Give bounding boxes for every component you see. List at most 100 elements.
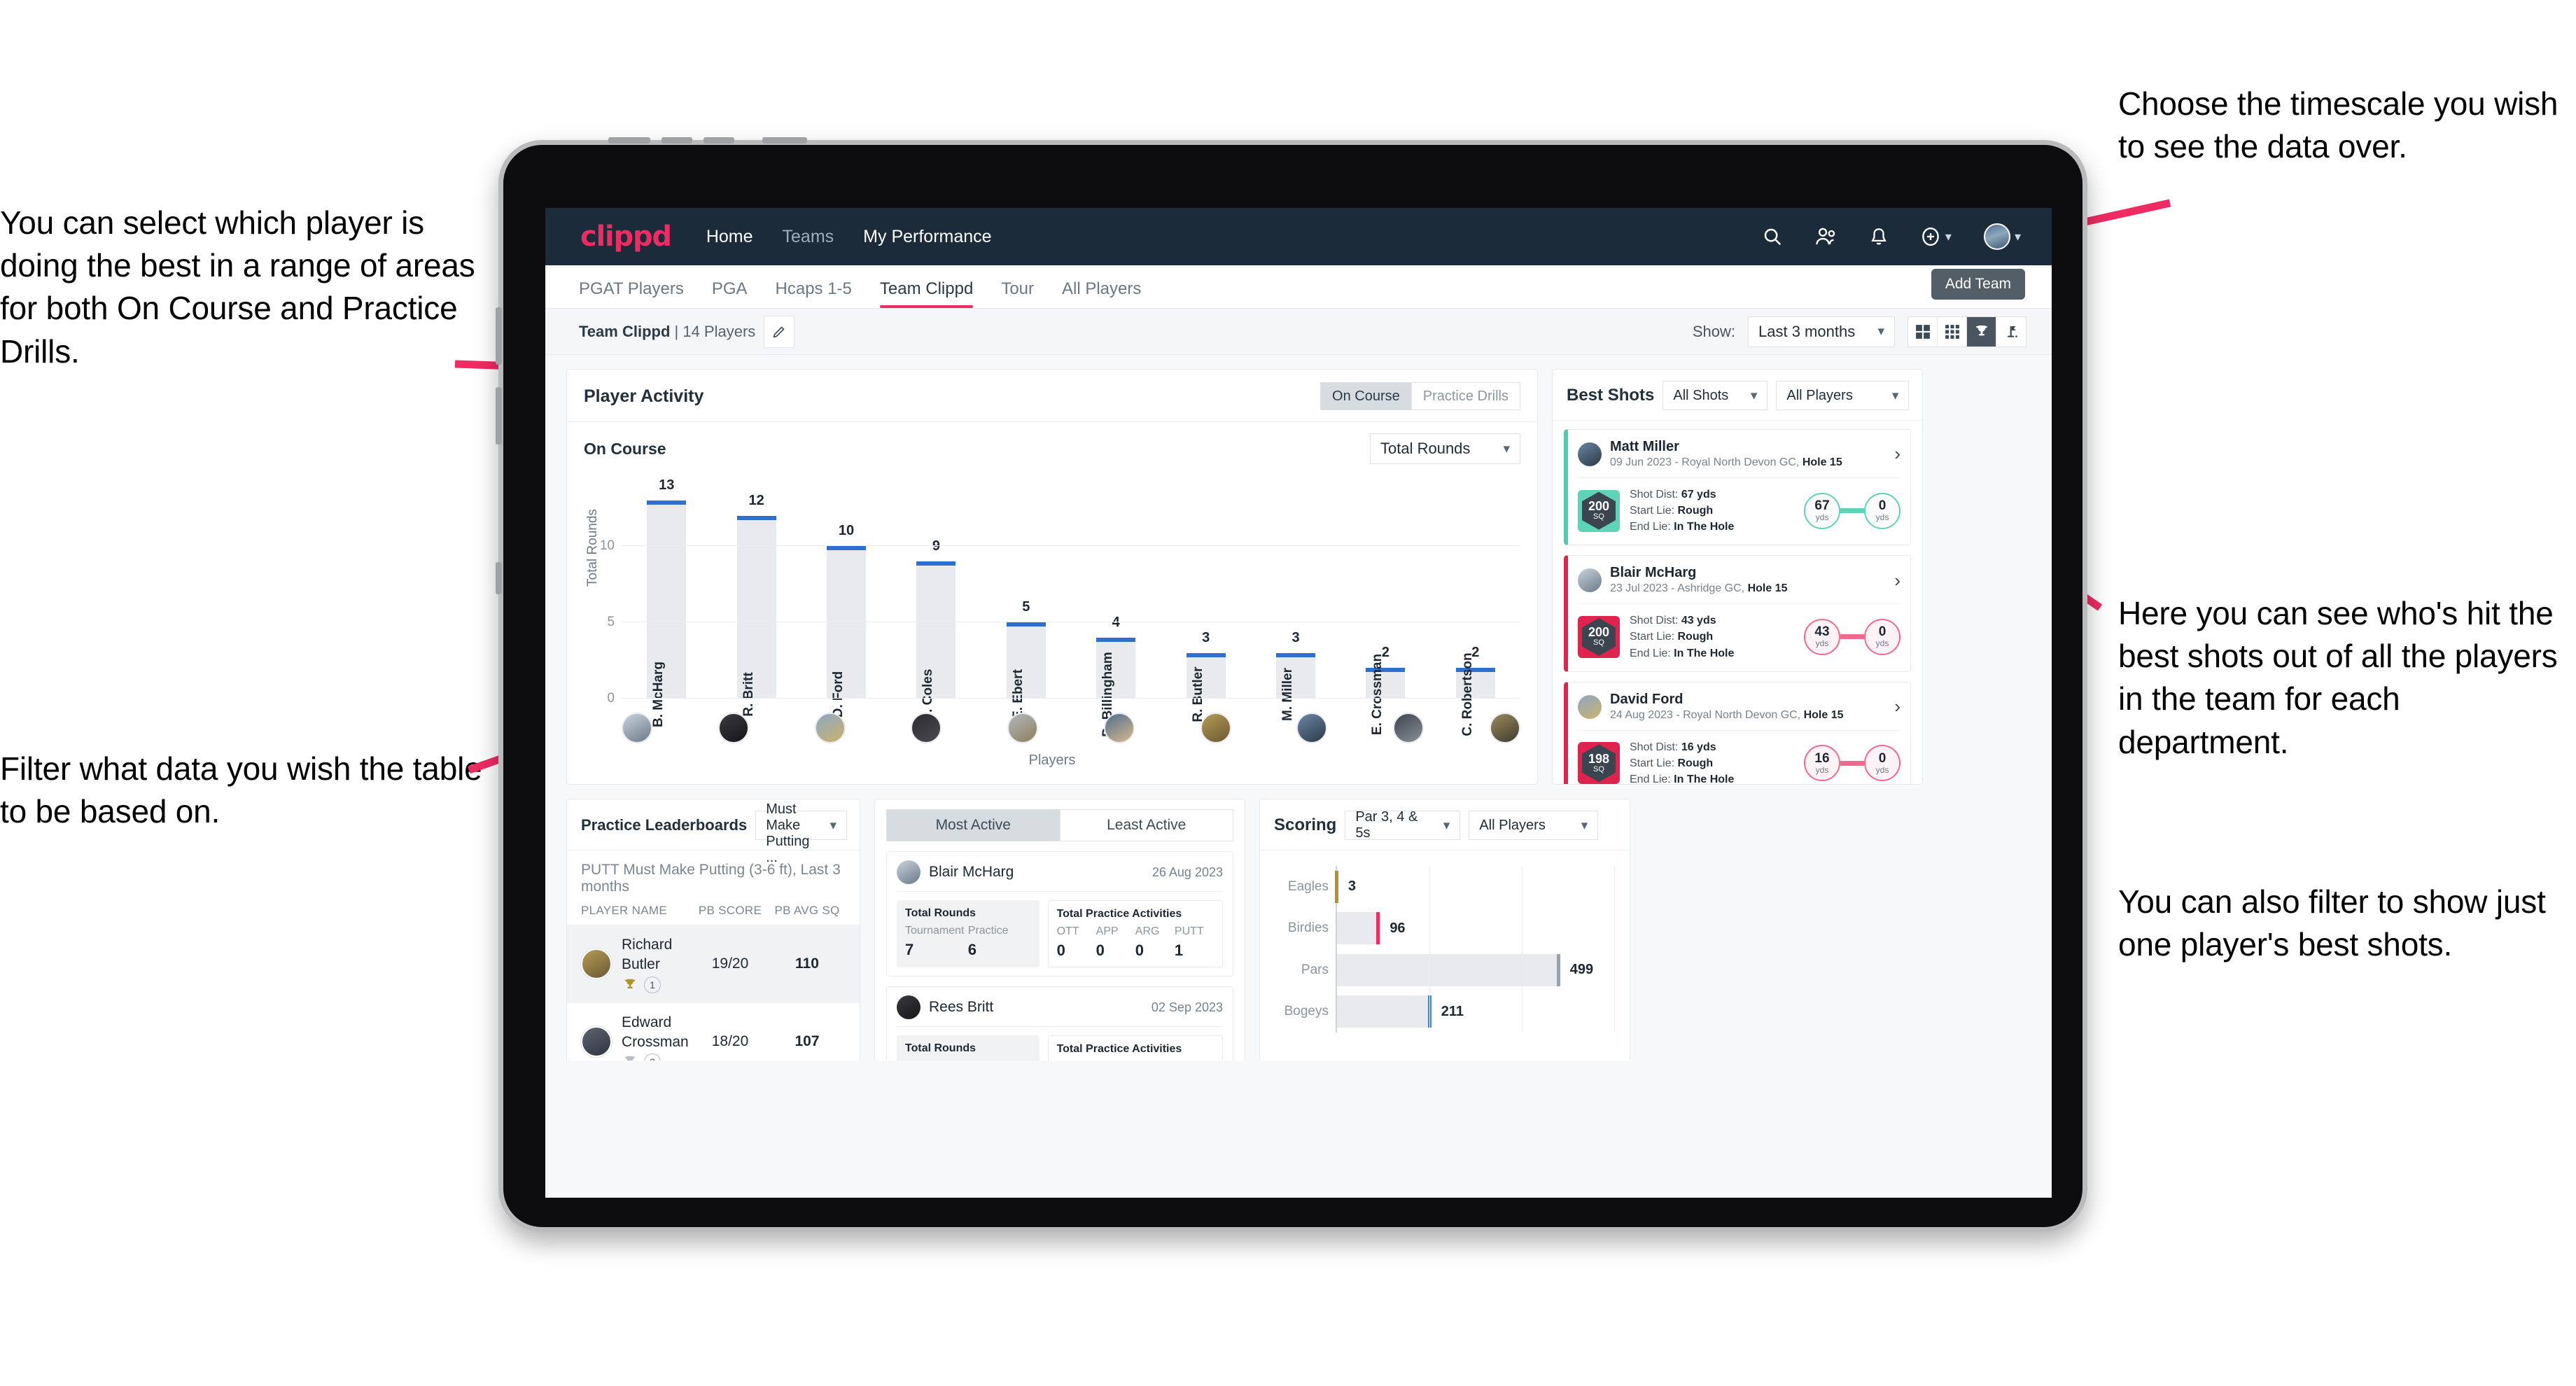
start-lie-value: Rough	[1677, 757, 1714, 769]
player-avatar[interactable]	[1007, 713, 1039, 743]
activity-value: 0	[1135, 941, 1144, 959]
total-rounds-box: Total RoundsTournament8Practice4	[897, 1035, 1040, 1060]
shot-type-select[interactable]: All Shots ▾	[1662, 381, 1768, 410]
activity-key: OTT	[1056, 925, 1079, 937]
to-unit: yds	[1875, 512, 1889, 523]
best-shot-card[interactable]: David Ford 24 Aug 2023 - Royal North Devo…	[1564, 681, 1911, 784]
activity-value: 1	[1174, 941, 1184, 959]
player-avatar[interactable]	[1393, 713, 1424, 743]
bar-column[interactable]: 3 M. Miller	[1251, 485, 1340, 721]
shot-quality-badge: 200 SQ	[1578, 615, 1620, 658]
player-avatar-row	[622, 713, 1520, 743]
tab-pga[interactable]: PGA	[712, 279, 748, 308]
shot-distance-diagram: 16 yds 0 yds	[1804, 745, 1900, 782]
clippd-logo[interactable]: clippd	[580, 220, 672, 253]
bell-icon[interactable]	[1870, 226, 1888, 247]
rounds-key: Practice	[967, 925, 1009, 937]
shot-hole: Hole 15	[1802, 456, 1842, 468]
tab-hcaps-1-5[interactable]: Hcaps 1-5	[776, 279, 852, 308]
chevron-down-icon: ▾	[1891, 388, 1899, 403]
activity-card-header: Rees Britt 02 Sep 2023	[897, 995, 1223, 1027]
grid-large-view-button[interactable]	[1908, 316, 1938, 346]
plus-circle-icon[interactable]: ▾	[1920, 226, 1952, 247]
tab-all-players[interactable]: All Players	[1062, 279, 1141, 308]
tab-team-clippd[interactable]: Team Clippd	[879, 279, 974, 308]
scoring-bar-row[interactable]: Pars 499	[1301, 953, 1614, 986]
player-avatar[interactable]	[911, 713, 942, 743]
chevron-down-icon: ▾	[1750, 388, 1758, 403]
avatar[interactable]: ▾	[1983, 223, 2021, 250]
device-volume-down	[496, 387, 502, 444]
nav-link-home[interactable]: Home	[706, 227, 753, 247]
player-avatar	[1578, 694, 1602, 719]
to-value: 0	[1878, 498, 1886, 514]
leaderboard-player-info: Edward Crossman 2	[622, 1013, 692, 1060]
rounds-key: Tournament	[905, 925, 965, 937]
bar-column[interactable]: 10 D. Ford	[802, 485, 891, 718]
tab-pgat-players[interactable]: PGAT Players	[579, 279, 684, 308]
top-navbar: clippd Home Teams My Performance ▾ ▾	[545, 208, 2052, 265]
start-lie-row: Start Lie: Rough	[1630, 629, 1734, 645]
bar-column[interactable]: 2 E. Crossman	[1340, 485, 1430, 735]
player-avatar[interactable]	[1103, 713, 1135, 743]
nav-link-teams[interactable]: Teams	[783, 227, 834, 247]
bar-column[interactable]: 12 R. Britt	[711, 485, 801, 717]
segment-practice-drills[interactable]: Practice Drills	[1412, 383, 1520, 410]
shot-card-identity: Matt Miller 09 Jun 2023 - Royal North Dev…	[1610, 438, 1842, 470]
dashboard-content: Player Activity On Course Practice Drill…	[545, 355, 2052, 1060]
bar-column[interactable]: 5 E. Ebert	[981, 485, 1071, 720]
player-avatar[interactable]	[1296, 713, 1328, 743]
tab-most-active[interactable]: Most Active	[887, 810, 1060, 841]
best-shot-card[interactable]: Blair McHarg 23 Jul 2023 - Ashridge GC, H…	[1564, 555, 1911, 672]
scoring-bar-row[interactable]: Birdies 96	[1288, 912, 1614, 945]
scoring-bar	[1335, 870, 1338, 903]
course-view-button[interactable]	[1996, 317, 2026, 346]
page-toolbar: Team Clippd | 14 Players Show: Last 3 mo…	[545, 309, 2052, 355]
timescale-select[interactable]: Last 3 months ▾	[1748, 316, 1895, 347]
people-icon[interactable]	[1815, 226, 1837, 247]
metric-select[interactable]: Total Rounds ▾	[1370, 433, 1520, 464]
player-avatar[interactable]	[1200, 713, 1231, 743]
table-row[interactable]: Richard Butler 1 19/20 110	[567, 925, 860, 1003]
device-button-1	[608, 137, 650, 144]
chevron-right-icon[interactable]: ›	[1894, 696, 1900, 718]
grid-small-view-button[interactable]	[1938, 316, 1967, 346]
bar-value-label: 5	[1022, 599, 1030, 615]
activity-card: Most Active Least Active Blair McHarg 26 …	[874, 799, 1245, 1060]
scoring-bar-row[interactable]: Bogeys 211	[1284, 995, 1614, 1028]
nav-link-my-performance[interactable]: My Performance	[863, 227, 991, 247]
segment-on-course[interactable]: On Course	[1321, 383, 1412, 410]
bar-column[interactable]: 4 D. Billingham	[1071, 485, 1161, 737]
best-shots-player-select[interactable]: All Players ▾	[1776, 381, 1910, 410]
activity-card-body: Total RoundsTournament8Practice4 Total Pr…	[897, 1027, 1223, 1060]
shot-card-header: Matt Miller 09 Jun 2023 - Royal North Dev…	[1578, 438, 1900, 478]
chevron-down-icon: ▾	[1443, 818, 1450, 833]
best-shot-card[interactable]: Matt Miller 09 Jun 2023 - Royal North Dev…	[1564, 429, 1911, 546]
scoring-bar-row[interactable]: Eagles 3	[1288, 870, 1614, 903]
drill-select[interactable]: PUTT Must Make Putting ... ▾	[755, 799, 847, 865]
player-activity-subheader: On Course Total Rounds ▾	[567, 422, 1537, 464]
trophy-view-button[interactable]	[1967, 316, 1996, 346]
bar-column[interactable]: 9 J. Coles	[891, 485, 981, 720]
bar[interactable]	[736, 515, 776, 699]
search-icon[interactable]	[1762, 226, 1783, 247]
bar-column[interactable]: 13 B. McHarg	[622, 477, 711, 727]
player-avatar[interactable]	[718, 713, 749, 743]
edit-team-button[interactable]	[764, 315, 795, 348]
shot-start-distance: 43 yds	[1804, 618, 1840, 655]
par-filter-select[interactable]: Par 3, 4 & 5s ▾	[1345, 809, 1461, 841]
player-avatar[interactable]	[622, 713, 652, 743]
bar-column[interactable]: 2 C. Robertson	[1431, 485, 1520, 736]
chevron-right-icon[interactable]: ›	[1894, 443, 1900, 465]
tab-tour[interactable]: Tour	[1001, 279, 1034, 308]
scoring-player-select[interactable]: All Players ▾	[1469, 811, 1599, 840]
tab-least-active[interactable]: Least Active	[1060, 810, 1233, 841]
table-row[interactable]: Edward Crossman 2 18/20 107	[567, 1003, 860, 1060]
rounds-col: Tournament 7	[905, 925, 968, 959]
bar-column[interactable]: 3 R. Butler	[1161, 485, 1250, 722]
activity-player-card[interactable]: Rees Britt 02 Sep 2023 Total RoundsTournam…	[886, 986, 1233, 1060]
player-avatar[interactable]	[814, 713, 846, 743]
chevron-right-icon[interactable]: ›	[1894, 570, 1900, 592]
player-avatar[interactable]	[1489, 713, 1520, 743]
activity-player-card[interactable]: Blair McHarg 26 Aug 2023 Total Rounds Tourn…	[886, 851, 1233, 976]
